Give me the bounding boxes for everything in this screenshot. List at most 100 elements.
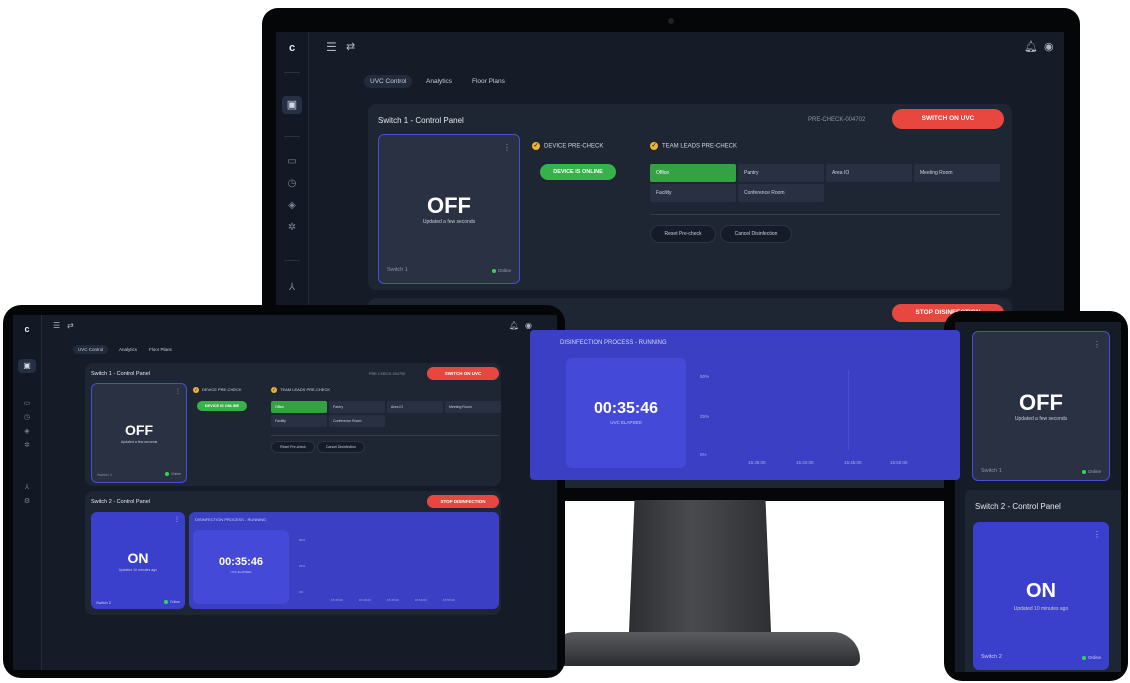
sidebar: c ▣ ▭ ◷ ◈ ✲ ⅄ ⚙: [13, 315, 42, 670]
device-online-badge: DEVICE IS ONLINE: [197, 401, 247, 411]
switch1-state-card: ⋮ OFF Updated a few seconds Switch 1 Onl…: [972, 331, 1110, 481]
team-check-text: TEAM LEADS PRE-CHECK: [662, 143, 738, 150]
x-axis-label: 15:50:00: [890, 460, 908, 465]
x-axis-label: 15:35:00: [331, 598, 343, 602]
team-cell[interactable]: Area IO: [826, 164, 912, 182]
more-icon[interactable]: ⋮: [503, 143, 511, 152]
swap-icon[interactable]: ⇄: [346, 40, 355, 53]
timer-label: UVC ELAPSED: [230, 570, 252, 574]
switch2-title: Switch 2 - Control Panel: [975, 502, 1061, 511]
switch2-state: ON: [1026, 580, 1056, 602]
menu-icon[interactable]: ☰: [326, 40, 337, 54]
team-cell[interactable]: Office: [650, 164, 736, 182]
switch1-label: Switch 1: [981, 468, 1002, 474]
gear-icon[interactable]: ✲: [282, 222, 302, 233]
tab-floor-plans[interactable]: Floor Plans: [149, 347, 172, 352]
timer-box: 00:35:46 UVC ELAPSED: [566, 358, 686, 468]
team-cell[interactable]: Meeting Room: [445, 401, 501, 413]
monitor-icon[interactable]: ▭: [18, 399, 36, 407]
switch2-panel: Switch 2 - Control Panel STOP DISINFECTI…: [85, 491, 501, 615]
online-label: Online: [497, 268, 511, 273]
monitor-stand: [628, 500, 772, 650]
team-cell[interactable]: Office: [271, 401, 327, 413]
more-icon[interactable]: ⋮: [1093, 530, 1101, 539]
x-axis-label: 15:40:00: [359, 598, 371, 602]
switch2-title: Switch 2 - Control Panel: [91, 499, 150, 505]
online-indicator: Online: [1081, 469, 1101, 474]
check-icon: ✓: [650, 142, 658, 150]
precheck-id: PRE-CHECK-004702: [369, 372, 406, 376]
tab-floor-plans[interactable]: Floor Plans: [472, 78, 505, 85]
elapsed-timer: 00:35:46: [218, 556, 264, 568]
switch1-title: Switch 1 - Control Panel: [378, 116, 464, 125]
x-axis-label: 15:50:00: [415, 598, 427, 602]
tab-uvc-control[interactable]: UVC Control: [364, 75, 413, 88]
cancel-disinfection-button[interactable]: Cancel Disinfection: [317, 441, 365, 453]
settings-icon[interactable]: ⚙: [18, 497, 36, 505]
device-check-text: DEVICE PRE-CHECK: [202, 387, 242, 393]
team-cell[interactable]: Facility: [650, 184, 736, 202]
user-icon[interactable]: ◉: [1044, 40, 1054, 53]
online-label: Online: [1087, 469, 1101, 474]
monitor-disinfection-panel: DISINFECTION PROCESS - RUNNING 00:35:46 …: [530, 330, 960, 480]
y-axis-label: 25%: [299, 564, 306, 568]
team-precheck-label: ✓ TEAM LEADS PRE-CHECK: [650, 142, 737, 150]
switch-on-uvc-button[interactable]: SWITCH ON UVC: [892, 109, 1004, 129]
switch-on-uvc-button[interactable]: SWITCH ON UVC: [427, 367, 499, 380]
more-icon[interactable]: ⋮: [174, 516, 180, 523]
tab-uvc-control[interactable]: UVC Control: [73, 345, 109, 354]
bell-icon[interactable]: 🔔︎: [1024, 40, 1038, 53]
shield-icon[interactable]: ◈: [282, 200, 302, 211]
switch2-state-card: ⋮ ON Updated 10 minutes ago Switch 2 Onl…: [91, 512, 185, 609]
shield-icon[interactable]: ◈: [18, 427, 36, 435]
team-cell[interactable]: Facility: [271, 415, 327, 427]
network-icon[interactable]: ⅄: [282, 282, 302, 293]
reset-precheck-button[interactable]: Reset Pre-check: [650, 225, 716, 243]
team-cell[interactable]: Pantry: [329, 401, 385, 413]
reset-precheck-button[interactable]: Reset Pre-check: [271, 441, 315, 453]
monitor-icon[interactable]: ▭: [282, 156, 302, 167]
switch2-state-card: ⋮ ON Updated 10 minutes ago Switch 2 Onl…: [973, 522, 1109, 670]
x-axis-label: 15:45:00: [844, 460, 862, 465]
switch2-updated: Updated 10 minutes ago: [1013, 606, 1069, 612]
switch1-updated: Updated a few seconds: [422, 219, 476, 225]
team-cell[interactable]: Meeting Room: [914, 164, 1000, 182]
timer-box: 00:35:46 UVC ELAPSED: [193, 530, 289, 604]
clipboard-icon[interactable]: ▣: [282, 96, 302, 114]
team-precheck-label: ✓ TEAM LEADS PRE-CHECK: [271, 387, 330, 393]
team-cell[interactable]: Area IO: [387, 401, 443, 413]
process-label: DISINFECTION PROCESS - RUNNING: [195, 517, 267, 522]
cancel-disinfection-button[interactable]: Cancel Disinfection: [720, 225, 792, 243]
switch1-state-card: ⋮ OFF Updated a few seconds Switch 1 Onl…: [378, 134, 520, 284]
switch1-panel: Switch 1 - Control Panel PRE-CHECK-00470…: [85, 363, 501, 486]
switch1-updated: Updated a few seconds: [120, 440, 158, 444]
clock-icon[interactable]: ◷: [18, 413, 36, 421]
bell-icon[interactable]: 🔔︎: [509, 321, 519, 330]
team-cell[interactable]: Conference Room: [738, 184, 824, 202]
y-axis-label: 50%: [700, 374, 710, 379]
switch2-panel: Switch 2 - Control Panel ⋮ ON Updated 10…: [965, 490, 1121, 672]
switch1-label: Switch 1: [387, 267, 408, 273]
check-icon: ✓: [193, 387, 199, 393]
switch1-label: Switch 1: [97, 472, 113, 477]
more-icon[interactable]: ⋮: [1093, 340, 1101, 349]
app-logo: c: [24, 324, 30, 334]
stop-disinfection-button[interactable]: STOP DISINFECTION: [427, 495, 499, 508]
online-indicator: Online: [1081, 655, 1101, 660]
clipboard-icon[interactable]: ▣: [18, 359, 36, 373]
clock-icon[interactable]: ◷: [282, 178, 302, 189]
user-icon[interactable]: ◉: [525, 321, 532, 330]
elapsed-timer: 00:35:46: [593, 400, 659, 417]
switch1-state: OFF: [427, 193, 471, 218]
team-cell[interactable]: Conference Room: [329, 415, 385, 427]
swap-icon[interactable]: ⇄: [67, 321, 74, 330]
team-cell[interactable]: Pantry: [738, 164, 824, 182]
device-precheck-label: ✓ DEVICE PRE-CHECK: [193, 387, 242, 393]
gear-icon[interactable]: ✲: [18, 441, 36, 449]
tab-analytics[interactable]: Analytics: [426, 78, 452, 85]
tab-analytics[interactable]: Analytics: [119, 347, 137, 352]
menu-icon[interactable]: ☰: [53, 321, 60, 330]
more-icon[interactable]: ⋮: [175, 388, 181, 395]
network-icon[interactable]: ⅄: [18, 483, 36, 491]
timer-label: UVC ELAPSED: [610, 420, 642, 425]
